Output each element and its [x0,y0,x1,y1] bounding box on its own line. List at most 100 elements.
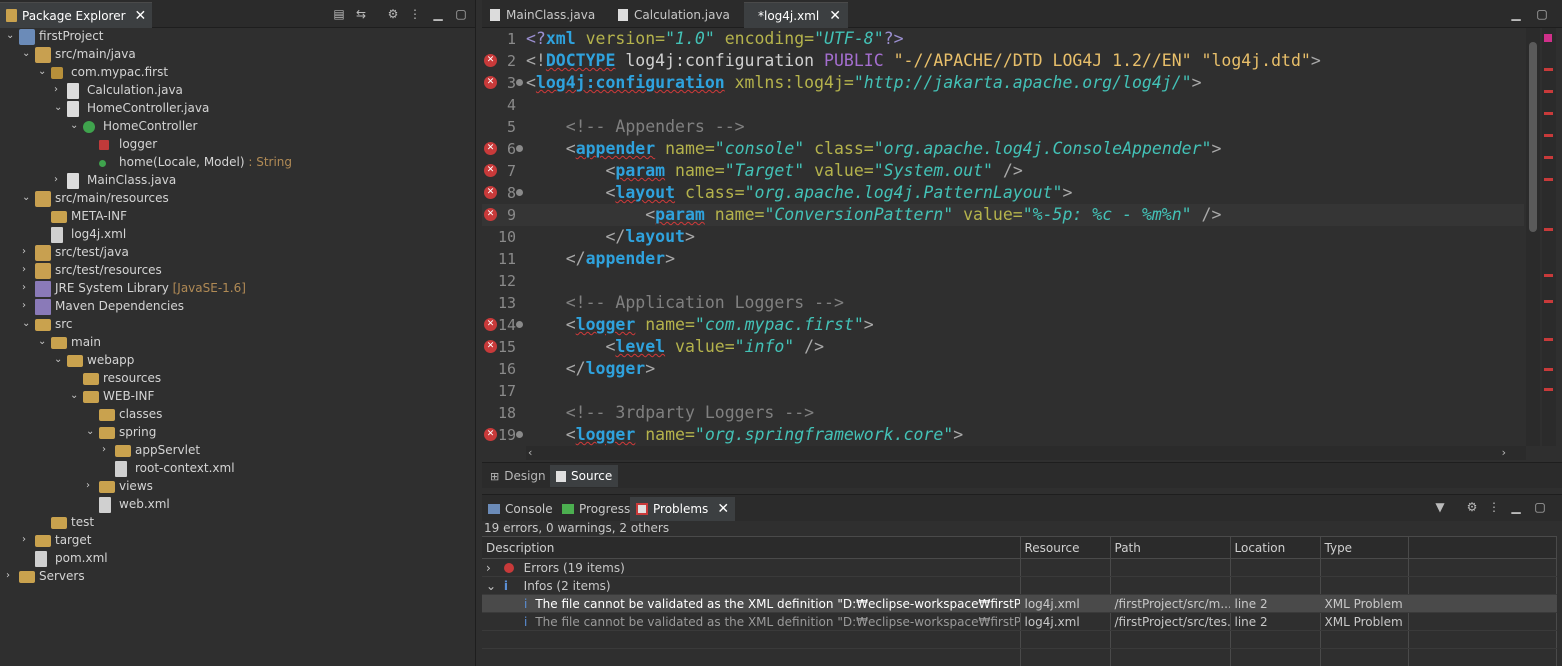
code-line[interactable]: 11 </appender> [482,248,1524,270]
code-line[interactable]: ✕ 8 <layout class="org.apache.log4j.Patte… [482,182,1524,204]
expand-arrow-icon[interactable]: › [22,300,32,311]
code-line[interactable]: 12 [482,270,1524,292]
code-line[interactable]: 1 <?xml version="1.0" encoding="UTF-8"?> [482,28,1524,50]
tree-item[interactable]: ⌄ src/main/resources [0,190,476,208]
code-line[interactable]: ✕ 7 <param name="Target" value="System.ou… [482,160,1524,182]
minimize-icon[interactable]: ▁ [1508,499,1524,515]
tree-item[interactable]: › Servers [0,568,476,586]
code-line[interactable]: ✕ 15 <level value="info" /> [482,336,1524,358]
tab-source[interactable]: Source [550,465,619,487]
collapse-arrow-icon[interactable]: ⌄ [22,48,32,59]
tree-item[interactable]: web.xml [0,496,476,514]
code-line[interactable]: 5 <!-- Appenders --> [482,116,1524,138]
tree-item[interactable]: › src/test/java [0,244,476,262]
tree-item[interactable]: META-INF [0,208,476,226]
tree-item[interactable]: resources [0,370,476,388]
error-marker[interactable] [1544,156,1553,159]
tree-item[interactable]: home(Locale, Model) : String [0,154,476,172]
collapse-arrow-icon[interactable]: ⌄ [22,192,32,203]
close-icon[interactable]: ✕ [829,8,841,24]
maximize-icon[interactable]: ▢ [1534,6,1550,22]
tree-item[interactable]: ⌄ main [0,334,476,352]
error-marker[interactable] [1544,90,1553,93]
tree-item[interactable]: ⌄ com.mypac.first [0,64,476,82]
table-row[interactable]: i The file cannot be validated as the XML… [482,594,1557,613]
collapse-arrow-icon[interactable]: ⌄ [38,66,48,77]
code-line[interactable]: ✕ 6 <appender name="console" class="org.a… [482,138,1524,160]
tree-item[interactable]: ⌄ webapp [0,352,476,370]
collapse-all-icon[interactable]: ▤ [331,6,347,22]
overview-ruler[interactable] [1542,28,1556,446]
collapse-arrow-icon[interactable]: ⌄ [38,336,48,347]
fold-toggle-icon[interactable] [516,145,523,152]
error-marker[interactable] [1544,112,1553,115]
group-row-errors[interactable]: › Errors (19 items) [482,558,1557,577]
tree-item[interactable]: › src/test/resources [0,262,476,280]
tab-design[interactable]: ⊞ Design [484,465,552,487]
code-line[interactable]: ✕ 9 <param name="ConversionPattern" value… [482,204,1524,226]
tree-item[interactable]: › MainClass.java [0,172,476,190]
tree-item[interactable]: ⌄ WEB-INF [0,388,476,406]
column-path[interactable]: Path [1110,536,1231,559]
link-with-editor-icon[interactable]: ⇆ [353,6,369,22]
error-marker[interactable] [1544,388,1553,391]
column-type[interactable]: Type [1320,536,1409,559]
column-description[interactable]: Description [482,536,1021,559]
code-line[interactable]: 10 </layout> [482,226,1524,248]
expand-arrow-icon[interactable]: › [22,282,32,293]
error-marker[interactable] [1544,338,1553,341]
column-location[interactable]: Location [1230,536,1321,559]
tree-item[interactable]: pom.xml [0,550,476,568]
error-summary-marker[interactable] [1544,34,1552,42]
view-menu-icon[interactable]: ⋮ [1486,499,1502,515]
tree-item[interactable]: › Calculation.java [0,82,476,100]
expand-arrow-icon[interactable]: › [22,246,32,257]
tree-item[interactable]: log4j.xml [0,226,476,244]
close-icon[interactable]: ✕ [717,501,729,517]
tree-item[interactable]: › Maven Dependencies [0,298,476,316]
collapse-arrow-icon[interactable]: ⌄ [54,102,64,113]
expand-arrow-icon[interactable]: › [486,561,500,575]
scroll-right-icon[interactable]: › [1502,446,1506,459]
code-line[interactable]: 13 <!-- Application Loggers --> [482,292,1524,314]
collapse-arrow-icon[interactable]: ⌄ [22,318,32,329]
view-options-icon[interactable]: ⚙ [1464,499,1480,515]
tab-problems[interactable]: Problems ✕ [630,497,736,521]
maximize-icon[interactable]: ▢ [453,6,469,22]
tree-item[interactable]: › JRE System Library [JavaSE-1.6] [0,280,476,298]
tab-log4j-xml[interactable]: *log4j.xml ✕ [744,2,848,28]
fold-toggle-icon[interactable] [516,189,523,196]
tab-mainclass-java[interactable]: MainClass.java [482,2,610,28]
code-line[interactable]: 17 [482,380,1524,402]
expand-arrow-icon[interactable]: › [86,480,96,491]
tree-item[interactable]: › appServlet [0,442,476,460]
code-line[interactable]: 18 <!-- 3rdparty Loggers --> [482,402,1524,424]
error-marker[interactable] [1544,300,1553,303]
tree-item[interactable]: classes [0,406,476,424]
code-line[interactable]: ✕ 3 <log4j:configuration xmlns:log4j="http… [482,72,1524,94]
code-line[interactable]: ✕ 2 <!DOCTYPE log4j:configuration PUBLIC "… [482,50,1524,72]
tree-item[interactable]: ⌄ firstProject [0,28,476,46]
tree-item[interactable]: ⌄ spring [0,424,476,442]
expand-arrow-icon[interactable]: › [22,264,32,275]
close-icon[interactable]: ✕ [135,8,147,24]
tab-progress[interactable]: Progress [556,497,636,521]
error-marker[interactable] [1544,274,1553,277]
expand-arrow-icon[interactable]: › [54,84,64,95]
collapse-arrow-icon[interactable]: ⌄ [54,354,64,365]
tree-item[interactable]: logger [0,136,476,154]
column-resource[interactable]: Resource [1020,536,1111,559]
collapse-arrow-icon[interactable]: ⌄ [486,579,500,593]
view-menu-icon[interactable]: ⋮ [407,6,423,22]
code-line[interactable]: 16 </logger> [482,358,1524,380]
table-row[interactable]: i The file cannot be validated as the XML… [482,612,1557,631]
expand-arrow-icon[interactable]: › [22,534,32,545]
tab-package-explorer[interactable]: Package Explorer ✕ [0,2,153,28]
tab-calculation-java[interactable]: Calculation.java [610,2,744,28]
code-line[interactable]: ✕ 14 <logger name="com.mypac.first"> [482,314,1524,336]
error-marker[interactable] [1544,178,1553,181]
fold-toggle-icon[interactable] [516,431,523,438]
collapse-arrow-icon[interactable]: ⌄ [6,30,16,41]
filter-icon[interactable]: ▼ [1432,499,1448,515]
collapse-arrow-icon[interactable]: ⌄ [70,120,80,131]
